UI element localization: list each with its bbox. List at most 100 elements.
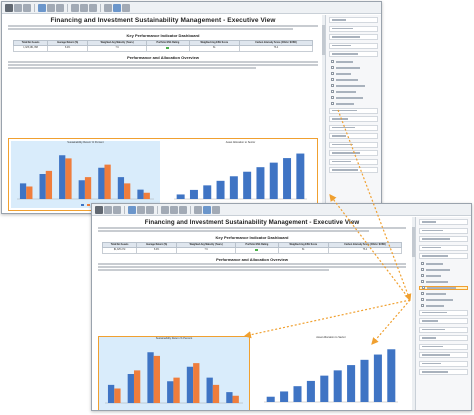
align-left-icon[interactable] (71, 3, 79, 12)
panel-field[interactable] (419, 244, 468, 251)
panel-field[interactable] (329, 141, 378, 148)
panel-label-placeholder (332, 36, 360, 38)
save-icon[interactable] (95, 205, 103, 214)
panel-option[interactable] (329, 78, 378, 83)
italic-icon[interactable] (47, 3, 55, 12)
panel-option[interactable] (329, 96, 378, 101)
redo-icon[interactable] (113, 205, 121, 214)
panel-field[interactable] (329, 124, 378, 131)
bar-series-1 (65, 158, 72, 199)
redo-icon[interactable] (23, 3, 31, 12)
panel-option[interactable] (419, 285, 468, 290)
checkbox-icon[interactable] (331, 66, 334, 70)
checkbox-icon[interactable] (331, 102, 334, 106)
checkbox-icon[interactable] (331, 60, 334, 64)
checkbox-icon[interactable] (331, 72, 334, 76)
insert-chart-icon[interactable] (113, 3, 121, 12)
panel-field[interactable] (419, 227, 468, 234)
checkbox-icon[interactable] (421, 304, 424, 308)
asset-allocation-chart[interactable]: Asset Allocation to Sector (166, 141, 315, 208)
bold-icon[interactable] (38, 3, 46, 12)
panel-field[interactable] (419, 335, 468, 341)
bar-series-0 (39, 174, 46, 199)
sustainability-return-chart[interactable]: Sustainability Return % Percent (98, 336, 250, 410)
align-right-icon[interactable] (179, 205, 187, 214)
panel-field[interactable] (329, 34, 378, 40)
insert-table-icon[interactable] (104, 3, 112, 12)
bar (283, 158, 292, 199)
panel-option[interactable] (329, 72, 378, 77)
save-icon[interactable] (5, 3, 13, 12)
bar (266, 396, 275, 402)
sustainability-return-chart[interactable]: Sustainability Return % Percent (11, 141, 160, 208)
panel-option[interactable] (329, 90, 378, 95)
panel-field[interactable] (329, 150, 378, 156)
overview-title: Performance and Allocation Overview (216, 256, 288, 262)
panel-field[interactable] (419, 369, 468, 375)
panel-field[interactable] (419, 360, 468, 367)
panel-field[interactable] (419, 343, 468, 350)
checkbox-icon[interactable] (421, 268, 424, 272)
checkbox-icon[interactable] (421, 274, 424, 278)
align-right-icon[interactable] (89, 3, 97, 12)
asset-allocation-chart[interactable]: Asset Allocation to Sector (256, 336, 406, 410)
align-left-icon[interactable] (161, 205, 169, 214)
panel-field[interactable] (419, 309, 468, 316)
panel-field[interactable] (329, 51, 378, 57)
panel-field[interactable] (419, 219, 468, 225)
insert-image-icon[interactable] (212, 205, 220, 214)
panel-field[interactable] (419, 326, 468, 333)
panel-field[interactable] (329, 133, 378, 139)
checkbox-icon[interactable] (331, 84, 334, 88)
panel-label-placeholder (427, 287, 456, 289)
bar-series-0 (226, 392, 233, 403)
checkbox-icon[interactable] (331, 90, 334, 94)
bar (203, 185, 212, 199)
panel-field[interactable] (419, 352, 468, 358)
panel-option[interactable] (419, 298, 468, 303)
insert-table-icon[interactable] (194, 205, 202, 214)
align-center-icon[interactable] (80, 3, 88, 12)
checkbox-icon[interactable] (421, 262, 424, 266)
panel-option[interactable] (419, 262, 468, 267)
checkbox-icon[interactable] (421, 298, 424, 302)
page-title: Financing and Investment Sustainability … (50, 17, 276, 24)
panel-field[interactable] (329, 17, 378, 23)
align-center-icon[interactable] (170, 205, 178, 214)
panel-option[interactable] (419, 268, 468, 273)
panel-field[interactable] (329, 25, 378, 32)
underline-icon[interactable] (146, 205, 154, 214)
panel-option[interactable] (419, 292, 468, 297)
panel-option[interactable] (419, 274, 468, 279)
panel-field[interactable] (329, 158, 378, 165)
panel-field[interactable] (329, 107, 378, 114)
checkbox-icon[interactable] (331, 78, 334, 82)
panel-option[interactable] (329, 60, 378, 65)
checkbox-icon[interactable] (422, 286, 425, 290)
bold-icon[interactable] (128, 205, 136, 214)
panel-field[interactable] (329, 116, 378, 122)
checkbox-icon[interactable] (421, 292, 424, 296)
insert-image-icon[interactable] (122, 3, 130, 12)
panel-option[interactable] (329, 102, 378, 107)
insert-chart-icon[interactable] (203, 205, 211, 214)
undo-icon[interactable] (104, 205, 112, 214)
underline-icon[interactable] (56, 3, 64, 12)
panel-field[interactable] (329, 42, 378, 49)
panel-field[interactable] (419, 253, 468, 259)
checkbox-icon[interactable] (331, 96, 334, 100)
panel-option[interactable] (329, 84, 378, 89)
kpi-value-row: $1,325.2 M 8.4% 7.9 61 76.4 (101, 247, 403, 254)
chart-row-highlight[interactable]: Sustainability Return % Percent Asset Al… (8, 138, 318, 211)
italic-icon[interactable] (137, 205, 145, 214)
panel-option[interactable] (419, 280, 468, 285)
checkbox-icon[interactable] (421, 280, 424, 284)
panel-field[interactable] (329, 167, 378, 173)
panel-option[interactable] (419, 304, 468, 309)
panel-field[interactable] (419, 318, 468, 324)
panel-label-placeholder (336, 61, 353, 63)
panel-field[interactable] (419, 236, 468, 242)
undo-icon[interactable] (14, 3, 22, 12)
panel-option[interactable] (329, 66, 378, 71)
intro-paragraph (98, 227, 406, 232)
